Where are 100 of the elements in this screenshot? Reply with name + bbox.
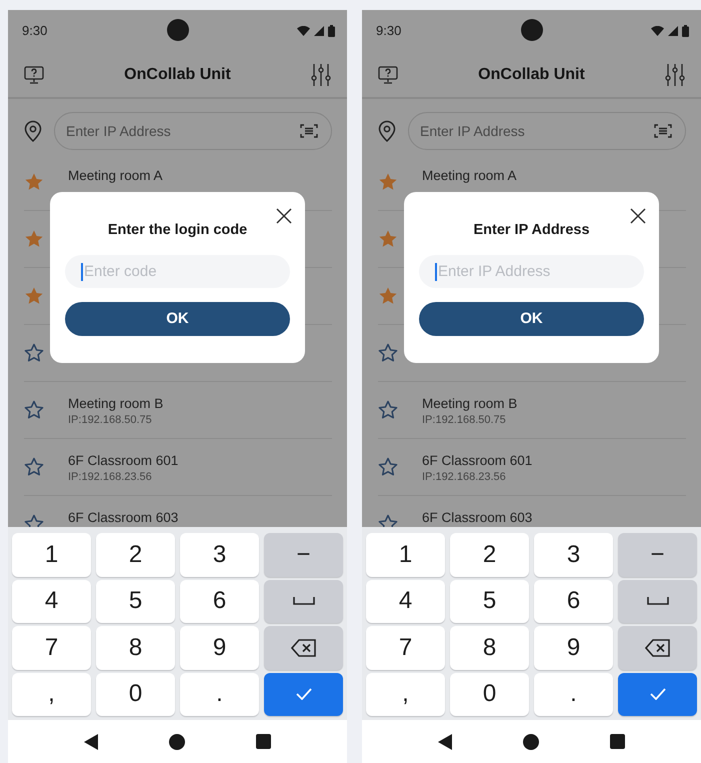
close-icon (276, 208, 292, 224)
battery-icon (682, 25, 689, 37)
key[interactable]: . (534, 672, 613, 716)
close-button[interactable] (276, 208, 292, 224)
ip-search-field[interactable]: Enter IP Address (54, 112, 332, 150)
checkmark-icon (296, 688, 312, 700)
recents-icon[interactable] (610, 734, 626, 749)
star-outline-icon[interactable] (378, 457, 398, 477)
camera-cutout (167, 19, 189, 41)
key[interactable]: 3 (534, 533, 613, 576)
key[interactable]: . (180, 672, 259, 716)
key[interactable]: 6 (180, 580, 259, 623)
device-name[interactable]: Meeting room B (422, 396, 518, 412)
recents-icon[interactable] (256, 734, 272, 749)
backspace-key[interactable] (618, 626, 697, 670)
key[interactable]: 8 (450, 626, 529, 670)
app-title: OnCollab Unit (478, 64, 585, 84)
back-icon[interactable] (438, 734, 452, 750)
back-icon[interactable] (84, 734, 98, 750)
space-icon (646, 597, 668, 606)
monitor-help-icon[interactable] (378, 64, 398, 84)
key[interactable]: 8 (96, 626, 175, 670)
done-key[interactable] (264, 672, 343, 716)
text-cursor (435, 262, 437, 281)
key[interactable]: 9 (534, 626, 613, 670)
ok-button[interactable]: OK (419, 302, 644, 336)
star-outline-icon[interactable] (24, 343, 44, 363)
key[interactable]: 0 (96, 672, 175, 716)
home-icon[interactable] (522, 734, 539, 750)
status-time: 9:30 (376, 22, 402, 40)
device-name[interactable]: Meeting room A (68, 168, 163, 184)
monitor-help-icon[interactable] (24, 64, 44, 84)
key[interactable]: , (12, 672, 91, 716)
wifi-icon (297, 26, 310, 36)
ip-search-field[interactable]: Enter IP Address (408, 112, 686, 150)
scan-icon[interactable] (654, 123, 672, 139)
key[interactable]: 1 (12, 533, 91, 576)
device-name[interactable]: 6F Classroom 603 (68, 510, 178, 526)
home-icon[interactable] (168, 734, 185, 750)
checkmark-icon (650, 688, 666, 700)
device-name[interactable]: 6F Classroom 601 (422, 453, 532, 470)
dialog-title: Enter IP Address (472, 221, 591, 240)
device-name[interactable]: 6F Classroom 601 (68, 453, 178, 470)
backspace-icon (290, 638, 316, 657)
battery-icon (328, 25, 335, 37)
star-outline-icon[interactable] (24, 457, 44, 477)
device-ip: IP:192.168.23.56 (68, 470, 153, 486)
key[interactable]: 0 (450, 672, 529, 716)
status-time: 9:30 (22, 22, 48, 40)
key[interactable]: 6 (534, 580, 613, 623)
location-pin-icon[interactable] (24, 120, 42, 142)
app-title: OnCollab Unit (124, 64, 231, 84)
key[interactable]: 5 (96, 580, 175, 623)
settings-sliders-icon[interactable] (311, 62, 331, 86)
filled-star-icon[interactable] (378, 229, 398, 249)
close-button[interactable] (630, 208, 646, 224)
key[interactable]: 4 (12, 580, 91, 623)
wifi-icon (651, 26, 664, 36)
settings-sliders-icon[interactable] (665, 62, 685, 86)
filled-star-icon[interactable] (378, 286, 398, 306)
done-key[interactable] (618, 672, 697, 716)
star-outline-icon[interactable] (378, 400, 398, 420)
key[interactable]: , (366, 672, 445, 716)
space-icon (292, 597, 314, 606)
filled-star-icon[interactable] (24, 229, 44, 249)
key[interactable]: 4 (366, 580, 445, 623)
key[interactable]: 2 (96, 533, 175, 576)
device-name[interactable]: 6F Classroom 603 (422, 510, 532, 526)
key[interactable]: 7 (12, 626, 91, 670)
dialog-input-field[interactable]: Enter IP Address (419, 254, 644, 288)
key[interactable]: 5 (450, 580, 529, 623)
device-name[interactable]: Meeting room A (422, 168, 517, 184)
ok-button[interactable]: OK (65, 302, 290, 336)
key[interactable]: − (264, 533, 343, 576)
scan-icon[interactable] (300, 123, 318, 139)
key[interactable]: 9 (180, 626, 259, 670)
key[interactable]: 7 (366, 626, 445, 670)
star-outline-icon[interactable] (378, 343, 398, 363)
star-outline-icon[interactable] (24, 400, 44, 420)
dialog-title: Enter the login code (106, 221, 248, 240)
signal-icon (668, 26, 678, 36)
key[interactable]: − (618, 533, 697, 576)
filled-star-icon[interactable] (378, 172, 398, 192)
key[interactable]: 3 (180, 533, 259, 576)
device-ip: IP:192.168.50.75 (422, 413, 507, 428)
key[interactable]: 2 (450, 533, 529, 576)
backspace-icon (644, 638, 670, 657)
device-name[interactable]: Meeting room B (68, 396, 164, 412)
location-pin-icon[interactable] (378, 120, 396, 142)
signal-icon (314, 26, 324, 36)
device-ip: IP:192.168.50.75 (68, 413, 153, 428)
key[interactable]: 1 (366, 533, 445, 576)
filled-star-icon[interactable] (24, 172, 44, 192)
device-ip: IP:192.168.23.56 (422, 470, 507, 486)
backspace-key[interactable] (264, 626, 343, 670)
camera-cutout (521, 19, 543, 41)
filled-star-icon[interactable] (24, 286, 44, 306)
dialog-input-field[interactable]: Enter code (65, 254, 290, 288)
close-icon (630, 208, 646, 224)
text-cursor (81, 262, 83, 281)
